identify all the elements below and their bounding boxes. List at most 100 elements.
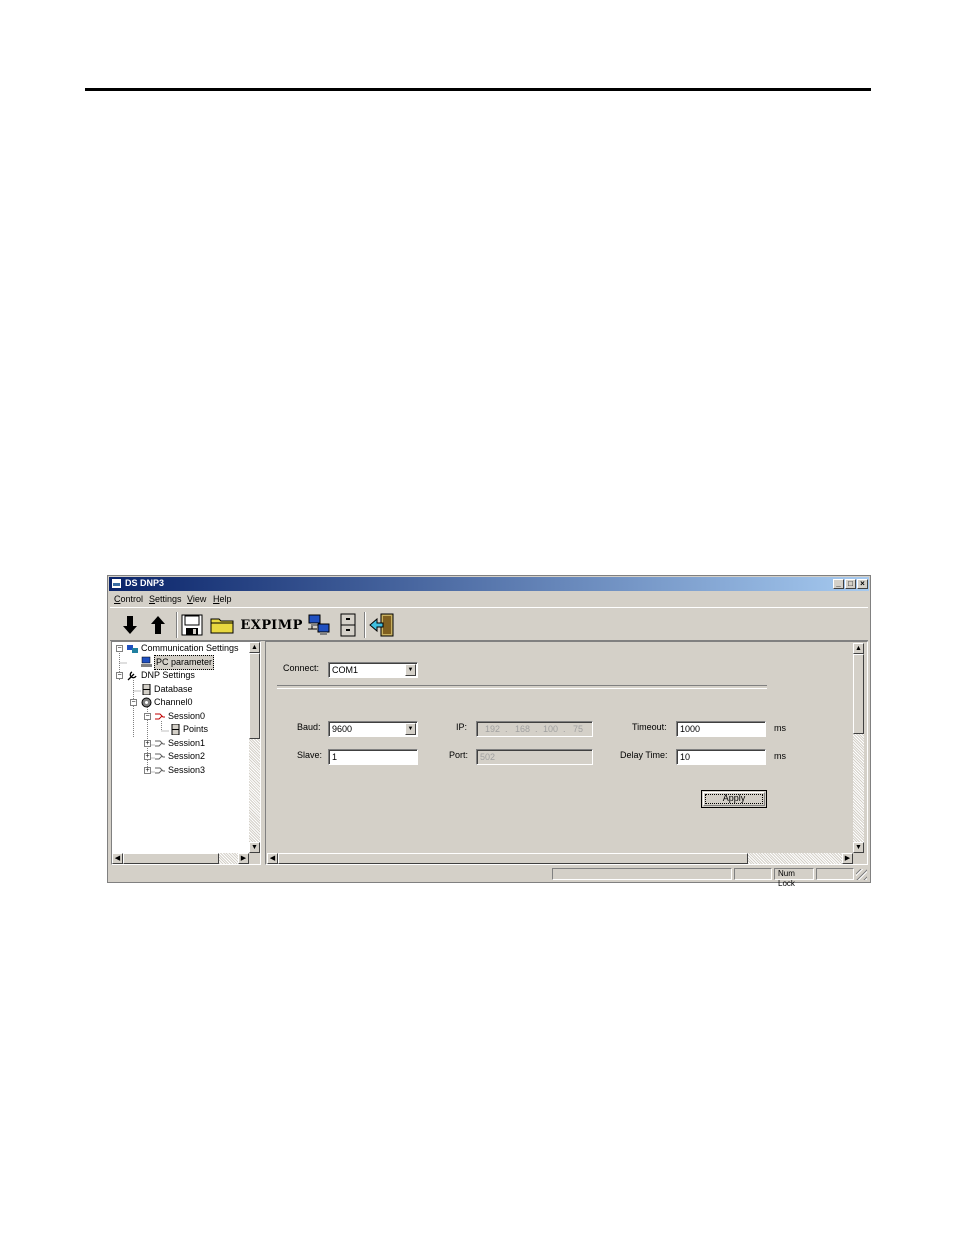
- tree-item-label: DNP Settings: [141, 670, 195, 680]
- expand-toggle[interactable]: +: [144, 767, 151, 774]
- scroll-up-arrow-icon[interactable]: ▲: [249, 642, 260, 653]
- scroll-down-arrow-icon[interactable]: ▼: [853, 842, 864, 853]
- scroll-left-arrow-icon[interactable]: ◀: [112, 853, 123, 864]
- ip-octet-4: 75: [573, 724, 584, 734]
- session-icon: [155, 753, 165, 760]
- network-button[interactable]: [306, 612, 332, 638]
- status-pane: [734, 868, 772, 880]
- menu-view[interactable]: View: [187, 594, 206, 604]
- port-input[interactable]: 502: [476, 749, 593, 765]
- database-icon: [142, 684, 151, 695]
- tree-horizontal-scroll-thumb[interactable]: [123, 853, 219, 864]
- download-button[interactable]: [119, 612, 141, 638]
- tree-item-label: Database: [154, 684, 193, 694]
- scroll-up-arrow-icon[interactable]: ▲: [853, 643, 864, 654]
- ip-dot: .: [563, 724, 566, 734]
- exit-door-icon: [369, 613, 394, 637]
- network-computers-icon: [308, 614, 330, 635]
- computer-icon: [141, 656, 152, 667]
- points-icon: [171, 724, 180, 735]
- toolbar-separator: [176, 612, 178, 638]
- window-title: DS DNP3: [125, 578, 165, 588]
- collapse-toggle[interactable]: −: [116, 645, 123, 652]
- main-horizontal-scrollbar[interactable]: ◀ ▶: [267, 853, 853, 864]
- ip-dot: .: [505, 724, 508, 734]
- ip-octet-1: 192: [485, 724, 501, 734]
- main-horizontal-scroll-thumb[interactable]: [278, 853, 748, 864]
- channel-icon: [141, 697, 152, 708]
- tree-view[interactable]: − Communication Settings PC parameter − …: [111, 641, 261, 865]
- close-button[interactable]: ×: [857, 579, 868, 589]
- delay-time-unit: ms: [774, 751, 786, 761]
- tree-item-label: Points: [183, 724, 209, 734]
- chevron-down-icon[interactable]: ▼: [405, 664, 416, 676]
- slave-input[interactable]: 1: [328, 749, 418, 765]
- tree-item-label: Session2: [168, 751, 206, 761]
- scroll-right-arrow-icon[interactable]: ▶: [238, 853, 249, 864]
- expand-toggle[interactable]: +: [144, 740, 151, 747]
- minimize-button[interactable]: _: [833, 579, 844, 589]
- session-icon: [155, 713, 165, 720]
- timeout-input[interactable]: 1000: [676, 721, 766, 737]
- arrow-down-icon: [123, 616, 137, 634]
- ip-address-input[interactable]: 192 . 168 . 100 . 75: [476, 721, 593, 737]
- port-label: Port:: [449, 750, 469, 760]
- resize-grip-icon[interactable]: [856, 869, 867, 880]
- file-cabinet-icon: [340, 613, 356, 637]
- expand-toggle[interactable]: +: [144, 753, 151, 760]
- main-vertical-scrollbar[interactable]: ▲ ▼: [853, 643, 864, 853]
- session-icon: [155, 740, 165, 747]
- open-button[interactable]: [209, 612, 235, 638]
- tree-item-label: PC parameter: [154, 655, 215, 670]
- session-icon: [155, 767, 165, 774]
- scroll-right-arrow-icon[interactable]: ▶: [842, 853, 853, 864]
- scroll-down-arrow-icon[interactable]: ▼: [249, 842, 260, 853]
- connect-label: Connect:: [283, 663, 320, 673]
- collapse-toggle[interactable]: −: [144, 713, 151, 720]
- chevron-down-icon[interactable]: ▼: [405, 723, 416, 735]
- status-pane: [816, 868, 854, 880]
- tree-item-label: Session3: [168, 765, 206, 775]
- num-lock-indicator: Num Lock: [774, 868, 814, 888]
- delay-time-input[interactable]: 10: [676, 749, 766, 765]
- maximize-button[interactable]: □: [845, 579, 856, 589]
- collapse-toggle[interactable]: −: [116, 672, 123, 679]
- scroll-corner: [249, 853, 260, 864]
- ip-label: IP:: [456, 722, 468, 732]
- baud-select[interactable]: 9600 ▼: [328, 721, 418, 737]
- ip-dot: .: [535, 724, 538, 734]
- menu-help[interactable]: Help: [213, 594, 232, 604]
- collapse-toggle[interactable]: −: [130, 699, 137, 706]
- scroll-left-arrow-icon[interactable]: ◀: [267, 853, 278, 864]
- upload-button[interactable]: [147, 612, 169, 638]
- connect-select-value: COM1: [332, 665, 359, 675]
- connect-select[interactable]: COM1 ▼: [328, 662, 418, 678]
- apply-button[interactable]: Apply: [701, 790, 767, 808]
- tree-vertical-scrollbar[interactable]: ▲ ▼: [249, 642, 260, 853]
- menu-help-label: elp: [219, 594, 232, 604]
- menu-bar: Control Settings View Help: [110, 593, 868, 606]
- form-divider: [277, 685, 767, 689]
- network-icon: [127, 645, 138, 653]
- slave-label: Slave:: [297, 750, 323, 760]
- exit-button[interactable]: [368, 612, 396, 638]
- tree-vertical-scroll-thumb[interactable]: [249, 653, 260, 739]
- title-bar[interactable]: DS DNP3 _ □ ×: [109, 577, 869, 591]
- delay-time-label: Delay Time:: [620, 750, 668, 760]
- tree-item-label: Session1: [168, 738, 206, 748]
- tree-item-label: Channel0: [154, 697, 193, 707]
- tree-item-label: Communication Settings: [141, 643, 239, 653]
- cabinet-button[interactable]: [338, 612, 358, 638]
- menu-control[interactable]: Control: [114, 594, 143, 604]
- tree-item-label: Session0: [168, 711, 206, 721]
- menu-settings[interactable]: Settings: [149, 594, 182, 604]
- toolbar: EXP IMP: [110, 607, 868, 641]
- app-icon: [111, 578, 122, 589]
- tree-horizontal-scrollbar[interactable]: ◀ ▶: [112, 853, 249, 864]
- status-bar: Num Lock: [110, 867, 868, 888]
- baud-select-value: 9600: [332, 724, 353, 734]
- export-button[interactable]: EXP: [240, 612, 271, 638]
- main-vertical-scroll-thumb[interactable]: [853, 654, 864, 734]
- save-button[interactable]: [180, 612, 204, 638]
- import-button[interactable]: IMP: [271, 612, 302, 638]
